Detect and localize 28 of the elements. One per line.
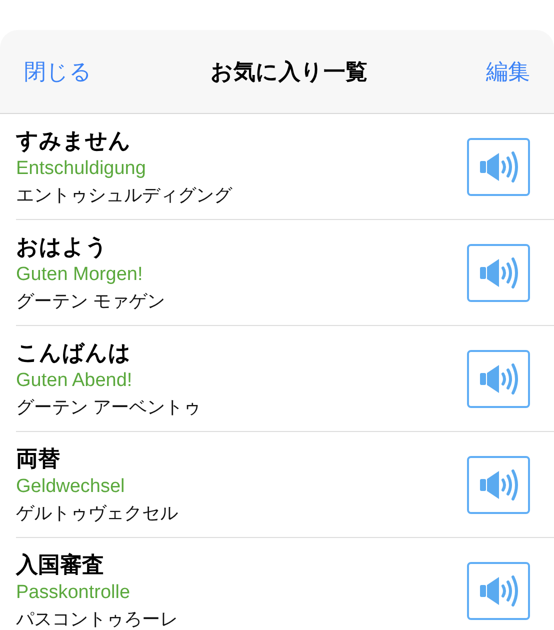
play-audio-button[interactable] [467, 562, 530, 620]
phrase-reading: グーテン モァゲン [16, 290, 166, 312]
phrase-japanese: こんばんは [16, 338, 132, 366]
speaker-icon [478, 256, 518, 290]
phrase-reading: エントゥシュルディグング [16, 184, 232, 206]
phrase-japanese: 両替 [16, 444, 61, 472]
phrase-german: Geldwechsel [16, 474, 126, 498]
phrase-german: Guten Morgen! [16, 262, 144, 286]
phrase-japanese: すみません [16, 126, 132, 154]
phrase-german: Guten Abend! [16, 368, 134, 392]
speaker-icon [478, 362, 518, 396]
phrase-german: Passkontrolle [16, 580, 132, 604]
edit-button[interactable]: 編集 [486, 55, 530, 88]
speaker-icon [478, 574, 518, 608]
speaker-icon [478, 150, 518, 184]
phrase-reading: パスコントゥろーレ [16, 608, 178, 628]
play-audio-button[interactable] [467, 456, 530, 514]
window-title: お気に入り一覧 [210, 58, 368, 86]
play-audio-button[interactable] [467, 138, 530, 196]
close-button[interactable]: 閉じる [24, 55, 92, 88]
play-audio-button[interactable] [467, 350, 530, 408]
phrase-japanese: おはよう [16, 232, 109, 260]
phrase-reading: グーテン アーベントゥ [16, 396, 202, 418]
phrase-german: Entschuldigung [16, 156, 147, 180]
phrase-japanese: 入国審査 [16, 550, 105, 578]
speaker-icon [478, 468, 518, 502]
phrase-reading: ゲルトゥヴェクセル [16, 502, 178, 524]
play-audio-button[interactable] [467, 244, 530, 302]
